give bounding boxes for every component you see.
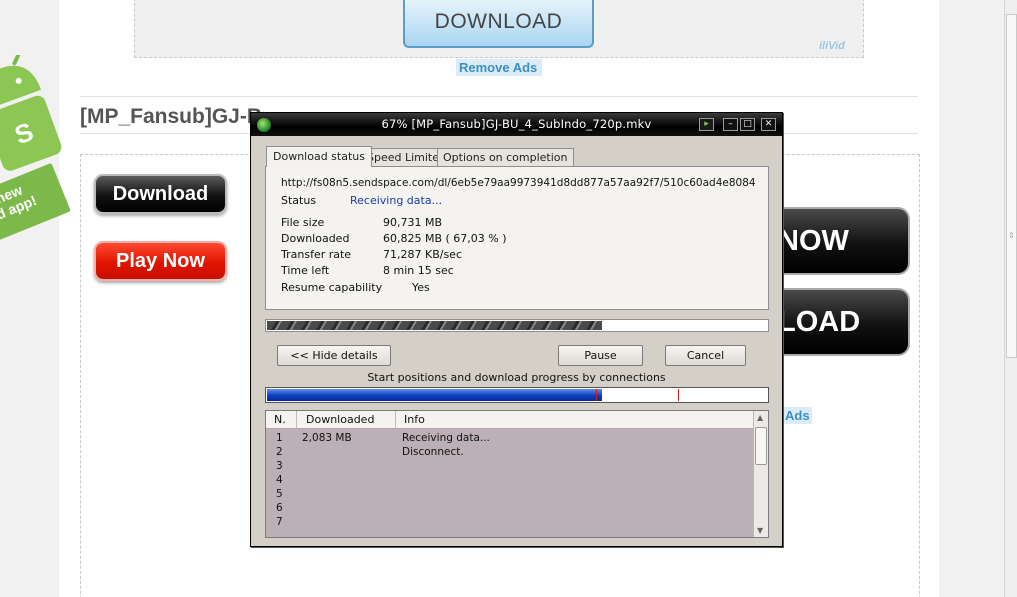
status-label: Status: [281, 194, 317, 207]
tab-options-on-completion[interactable]: Options on completion: [437, 148, 574, 167]
scroll-up-icon[interactable]: ▲: [757, 413, 763, 422]
time-left-label: Time left: [281, 264, 330, 277]
download-status-panel: http://fs08n5.sendspace.com/dl/6eb5e79aa…: [265, 166, 769, 310]
page-scrollbar-thumb[interactable]: [1006, 14, 1017, 358]
remove-ads-link[interactable]: Remove Ads: [456, 59, 542, 76]
transfer-rate-label: Transfer rate: [281, 248, 352, 261]
status-value: Receiving data...: [350, 194, 443, 207]
downloaded-label: Downloaded: [281, 232, 350, 245]
maximize-button[interactable]: □: [740, 118, 755, 131]
remove-ads-label: Remove Ads: [459, 60, 538, 75]
cancel-button[interactable]: Cancel: [665, 345, 746, 366]
connections-progress-fill: [267, 389, 602, 401]
column-downloaded[interactable]: Downloaded: [297, 411, 396, 429]
download-progress-fill: [267, 321, 602, 330]
close-button[interactable]: ✕: [761, 118, 776, 131]
connection-info: Disconnect.: [402, 446, 464, 458]
connections-header: N. Downloaded Info: [266, 411, 754, 429]
download-progress-dialog: 67% [MP_Fansub]GJ-BU_4_SubIndo_720p.mkv …: [250, 112, 783, 547]
time-left-value: 8 min 15 sec: [383, 264, 454, 277]
transfer-rate-value: 71,287 KB/sec: [383, 248, 462, 261]
ad-download-button[interactable]: DOWNLOAD: [403, 0, 594, 48]
hide-details-button[interactable]: << Hide details: [277, 345, 391, 366]
resume-capability-label: Resume capability: [281, 281, 383, 294]
connections-caption: Start positions and download progress by…: [367, 371, 666, 384]
connection-row[interactable]: 7: [266, 515, 754, 529]
connection-downloaded: 2,083 MB: [302, 432, 352, 444]
connection-row[interactable]: 1 2,083 MB Receiving data...: [266, 431, 754, 445]
connection-start-marker: [678, 389, 679, 401]
connection-info: Receiving data...: [402, 432, 490, 444]
download-url: http://fs08n5.sendspace.com/dl/6eb5e79aa…: [281, 177, 756, 189]
ad-brand-logo: iliVid: [819, 40, 845, 52]
connection-number: 2: [276, 446, 283, 458]
remove-ads-label: Ads: [785, 408, 810, 423]
connection-row[interactable]: 6: [266, 501, 754, 515]
connections-progress-bar: [265, 387, 769, 403]
connection-row[interactable]: 5: [266, 487, 754, 501]
scroll-grip-icon: ⇕: [1008, 231, 1015, 240]
big-download-button[interactable]: LOAD: [778, 288, 910, 356]
minimize-button[interactable]: –: [723, 118, 738, 131]
column-number[interactable]: N.: [266, 411, 297, 429]
connection-row[interactable]: 2 Disconnect.: [266, 445, 754, 459]
pause-button[interactable]: Pause: [558, 345, 643, 366]
connection-number: 3: [276, 460, 283, 472]
connection-number: 7: [276, 516, 283, 528]
column-info[interactable]: Info: [396, 411, 754, 429]
page-scrollbar[interactable]: ⇕: [1004, 0, 1017, 597]
big-now-button[interactable]: NOW: [778, 207, 910, 275]
monitor-icon[interactable]: ▸: [699, 118, 714, 131]
connection-row[interactable]: 4: [266, 473, 754, 487]
file-size-label: File size: [281, 216, 325, 229]
download-button[interactable]: Download: [94, 174, 227, 214]
connection-number: 4: [276, 474, 283, 486]
resume-capability-value: Yes: [412, 281, 430, 294]
connections-list[interactable]: N. Downloaded Info 1 2,083 MB Receiving …: [265, 410, 769, 538]
play-now-button[interactable]: Play Now: [94, 241, 227, 281]
download-progress-bar: [265, 319, 769, 332]
idm-app-icon: [257, 118, 271, 132]
file-size-value: 90,731 MB: [383, 216, 443, 229]
dialog-titlebar[interactable]: 67% [MP_Fansub]GJ-BU_4_SubIndo_720p.mkv …: [251, 113, 782, 136]
divider: [80, 96, 918, 97]
connection-start-marker: [596, 389, 597, 401]
remove-ads-link[interactable]: Ads: [782, 407, 812, 424]
post-title: [MP_Fansub]GJ-B: [80, 105, 263, 128]
scroll-down-icon[interactable]: ▼: [757, 526, 763, 535]
connection-number: 5: [276, 488, 283, 500]
connection-number: 6: [276, 502, 283, 514]
tab-download-status[interactable]: Download status: [266, 146, 372, 167]
connection-row[interactable]: 3: [266, 459, 754, 473]
connections-scrollbar[interactable]: ▲ ▼: [753, 411, 768, 537]
connections-scrollbar-thumb[interactable]: [755, 427, 767, 465]
connection-number: 1: [276, 432, 283, 444]
downloaded-value: 60,825 MB ( 67,03 % ): [383, 232, 507, 245]
